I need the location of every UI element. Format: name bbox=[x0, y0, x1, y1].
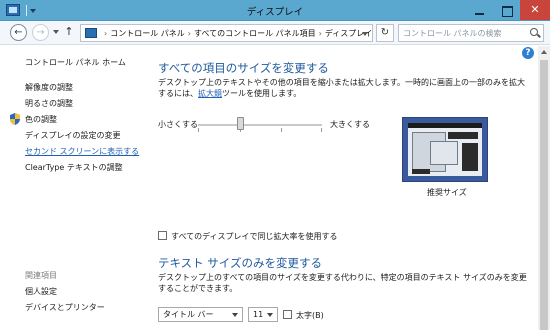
magnifier-link[interactable]: 拡大鏡 bbox=[198, 89, 222, 98]
slider-tick bbox=[321, 128, 322, 132]
related-heading: 関連項目 bbox=[25, 271, 57, 280]
chevron-down-icon bbox=[267, 313, 273, 317]
preview-titlebar bbox=[408, 123, 482, 128]
size-slider-track[interactable] bbox=[198, 124, 322, 126]
text-item-select-value: タイトル バー bbox=[163, 310, 214, 319]
search-placeholder: コントロール パネルの検索 bbox=[403, 29, 502, 38]
preview-caption: 推奨サイズ bbox=[427, 188, 467, 197]
sidebar-item-color[interactable]: 色の調整 bbox=[25, 114, 57, 125]
sidebar-item-home[interactable]: コントロール パネル ホーム bbox=[25, 57, 126, 68]
refresh-button[interactable]: ↻ bbox=[376, 24, 394, 42]
sidebar-item-personalization[interactable]: 個人設定 bbox=[25, 286, 57, 297]
slider-tick bbox=[198, 128, 199, 132]
search-icon[interactable] bbox=[530, 28, 538, 36]
breadcrumb-separator: › bbox=[104, 29, 108, 38]
slider-max-label: 大きくする bbox=[330, 120, 370, 129]
chevron-down-icon bbox=[232, 313, 238, 317]
sidebar-item-second-screen[interactable]: セカンド スクリーンに表示する bbox=[25, 146, 139, 157]
vertical-scrollbar[interactable] bbox=[538, 46, 550, 330]
sidebar-item-cleartype[interactable]: ClearType テキストの調整 bbox=[25, 162, 123, 173]
description-text: ツールを使用します。 bbox=[222, 89, 302, 98]
size-section-heading: すべての項目のサイズを変更する bbox=[158, 61, 329, 75]
sidebar-item-devices-printers[interactable]: デバイスとプリンター bbox=[25, 302, 105, 313]
address-bar[interactable]: › コントロール パネル › すべてのコントロール パネル項目 › ディスプレイ bbox=[80, 24, 373, 42]
breadcrumb-separator: › bbox=[187, 29, 191, 38]
title-bar: ディスプレイ ✕ bbox=[0, 0, 550, 21]
close-button[interactable]: ✕ bbox=[520, 0, 550, 20]
text-section-description: デスクトップ上のすべての項目のサイズを変更する代わりに、特定の項目のテキスト サ… bbox=[158, 273, 527, 293]
size-slider-thumb[interactable] bbox=[237, 117, 244, 130]
up-button[interactable]: ↑ bbox=[63, 25, 75, 39]
back-button[interactable]: ← bbox=[10, 24, 27, 41]
help-button[interactable]: ? bbox=[522, 47, 534, 59]
control-panel-icon bbox=[85, 28, 97, 38]
preview-block bbox=[462, 143, 478, 171]
same-scale-label[interactable]: すべてのディスプレイで同じ拡大率を使用する bbox=[171, 231, 338, 242]
text-item-select[interactable]: タイトル バー bbox=[158, 307, 243, 322]
preview-block bbox=[448, 132, 478, 139]
font-size-select[interactable]: 11 bbox=[248, 307, 278, 322]
slider-tick bbox=[281, 128, 282, 132]
text-section-heading: テキスト サイズのみを変更する bbox=[158, 256, 322, 270]
maximize-button[interactable] bbox=[493, 0, 520, 20]
breadcrumb: › コントロール パネル › すべてのコントロール パネル項目 › ディスプレイ bbox=[101, 28, 372, 39]
slider-min-label: 小さくする bbox=[158, 120, 198, 129]
navigation-bar: ← → ↑ › コントロール パネル › すべてのコントロール パネル項目 › ディスプレ… bbox=[0, 21, 550, 45]
sidebar-item-brightness[interactable]: 明るさの調整 bbox=[25, 98, 73, 109]
same-scale-checkbox[interactable] bbox=[158, 231, 167, 240]
preview-window bbox=[430, 141, 458, 165]
bold-checkbox[interactable] bbox=[283, 310, 292, 319]
preview-screen bbox=[408, 123, 482, 176]
shield-icon bbox=[10, 113, 20, 125]
preview-block bbox=[412, 169, 430, 174]
breadcrumb-separator: › bbox=[318, 29, 322, 38]
recent-locations-dropdown-icon[interactable] bbox=[53, 30, 59, 34]
size-preview-image bbox=[402, 117, 488, 182]
breadcrumb-item[interactable]: コントロール パネル bbox=[110, 29, 185, 38]
sidebar-item-display-settings[interactable]: ディスプレイの設定の変更 bbox=[25, 130, 120, 141]
scroll-thumb[interactable] bbox=[540, 60, 548, 330]
minimize-button[interactable] bbox=[466, 0, 493, 20]
font-size-select-value: 11 bbox=[253, 310, 264, 319]
forward-button[interactable]: → bbox=[32, 24, 49, 41]
bold-label[interactable]: 太字(B) bbox=[296, 310, 324, 321]
address-history-dropdown-icon[interactable] bbox=[362, 32, 368, 36]
size-section-description: デスクトップ上のテキストやその他の項目を縮小または拡大します。一時的に画面上の一… bbox=[158, 77, 530, 99]
scroll-up-icon[interactable] bbox=[541, 50, 547, 54]
breadcrumb-item[interactable]: すべてのコントロール パネル項目 bbox=[194, 29, 316, 38]
sidebar-item-resolution[interactable]: 解像度の調整 bbox=[25, 82, 73, 93]
search-input[interactable]: コントロール パネルの検索 bbox=[398, 24, 544, 42]
